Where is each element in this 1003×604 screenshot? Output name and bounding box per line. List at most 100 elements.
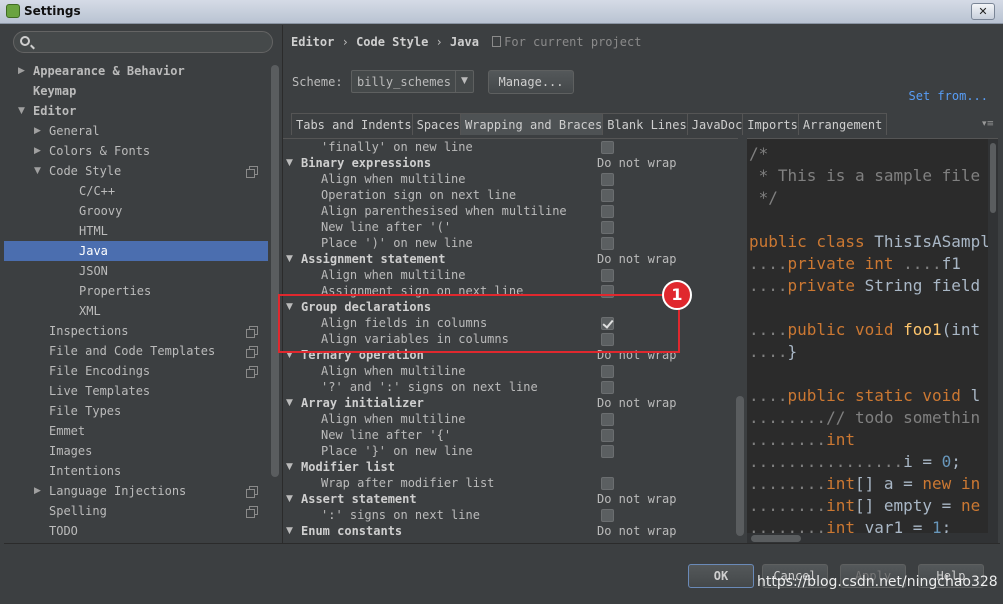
option-row[interactable]: Place '}' on new line — [283, 443, 738, 459]
option-row[interactable]: Align when multiline — [283, 411, 738, 427]
wrap-mode-value[interactable]: Do not wrap — [597, 523, 676, 539]
expand-arrow-icon[interactable]: ▼ — [286, 155, 293, 171]
sidebar-item-live-templates[interactable]: Live Templates — [4, 381, 268, 401]
tab-spaces[interactable]: Spaces — [411, 113, 465, 135]
sidebar-item-label: Language Injections — [49, 484, 187, 498]
expand-arrow-icon[interactable]: ▼ — [286, 459, 293, 475]
tab-blank-lines[interactable]: Blank Lines — [602, 113, 692, 135]
sidebar-item-emmet[interactable]: Emmet — [4, 421, 268, 441]
preview-vscroll-thumb[interactable] — [990, 143, 996, 213]
options-scrollbar-thumb[interactable] — [736, 396, 744, 536]
option-checkbox[interactable] — [601, 381, 614, 394]
sidebar-item-groovy[interactable]: Groovy — [4, 201, 268, 221]
manage-button[interactable]: Manage... — [488, 70, 574, 94]
option-checkbox[interactable] — [601, 189, 614, 202]
option-row[interactable]: New line after '{' — [283, 427, 738, 443]
option-row[interactable]: Align parenthesised when multiline — [283, 203, 738, 219]
option-row[interactable]: Wrap after modifier list — [283, 475, 738, 491]
sidebar-item-appearance-behavior[interactable]: ▶ Appearance & Behavior — [4, 61, 268, 81]
sidebar-item-spelling[interactable]: Spelling — [4, 501, 268, 521]
sidebar-item-label: File Types — [49, 404, 122, 418]
option-row[interactable]: Align when multiline — [283, 363, 738, 379]
option-checkbox[interactable] — [601, 365, 614, 378]
sidebar-item-todo[interactable]: TODO — [4, 521, 268, 541]
code-token: int — [826, 430, 855, 449]
sidebar-item-keymap[interactable]: Keymap — [4, 81, 268, 101]
preview-hscroll-thumb[interactable] — [751, 535, 801, 542]
option-group-row[interactable]: ▼ Modifier list — [283, 459, 738, 475]
sidebar-item-intentions[interactable]: Intentions — [4, 461, 268, 481]
sidebar-item-file-types[interactable]: File Types — [4, 401, 268, 421]
sidebar-item-html[interactable]: HTML — [4, 221, 268, 241]
tab-overflow-icon[interactable]: ▾≡ — [982, 119, 994, 129]
sidebar-item-inspections[interactable]: Inspections — [4, 321, 268, 341]
collapse-arrow-icon[interactable]: ▶ — [34, 121, 44, 141]
option-row[interactable]: Align when multiline — [283, 171, 738, 187]
option-checkbox[interactable] — [601, 429, 614, 442]
search-input[interactable] — [13, 31, 273, 53]
option-checkbox[interactable] — [601, 269, 614, 282]
preview-vertical-scrollbar[interactable] — [988, 139, 998, 534]
tab-tabs-and-indents[interactable]: Tabs and Indents — [291, 113, 417, 135]
option-checkbox[interactable] — [601, 237, 614, 250]
option-row[interactable]: 'finally' on new line — [283, 139, 738, 155]
option-row[interactable]: New line after '(' — [283, 219, 738, 235]
sidebar-item-file-encodings[interactable]: File Encodings — [4, 361, 268, 381]
set-from-link[interactable]: Set from... — [909, 89, 988, 103]
expand-arrow-icon[interactable]: ▼ — [286, 395, 293, 411]
sidebar-item-code-style[interactable]: ▼ Code Style — [4, 161, 268, 181]
option-group-row[interactable]: ▼ Array initializer Do not wrap — [283, 395, 738, 411]
collapse-arrow-icon[interactable]: ▶ — [18, 61, 28, 81]
option-row[interactable]: '?' and ':' signs on next line — [283, 379, 738, 395]
wrap-mode-value[interactable]: Do not wrap — [597, 491, 676, 507]
sidebar-item-images[interactable]: Images — [4, 441, 268, 461]
option-checkbox[interactable] — [601, 205, 614, 218]
option-row[interactable]: Operation sign on next line — [283, 187, 738, 203]
option-checkbox[interactable] — [601, 477, 614, 490]
option-row[interactable]: Place ')' on new line — [283, 235, 738, 251]
code-token: ne — [960, 496, 981, 515]
sidebar-item-file-and-code-templates[interactable]: File and Code Templates — [4, 341, 268, 361]
expand-arrow-icon[interactable]: ▼ — [286, 523, 293, 539]
tab-arrangement[interactable]: Arrangement — [797, 113, 888, 135]
options-scrollbar[interactable] — [735, 138, 745, 543]
expand-arrow-icon[interactable]: ▼ — [18, 101, 28, 121]
tab-imports[interactable]: Imports — [742, 113, 803, 135]
wrap-mode-value[interactable]: Do not wrap — [597, 251, 676, 267]
tab-javadoc[interactable]: JavaDoc — [686, 113, 748, 135]
option-checkbox[interactable] — [601, 445, 614, 458]
sidebar-item-language-injections[interactable]: ▶ Language Injections — [4, 481, 268, 501]
sidebar-item-java[interactable]: Java — [4, 241, 268, 261]
option-group-row[interactable]: ▼ Binary expressions Do not wrap — [283, 155, 738, 171]
sidebar-item-properties[interactable]: Properties — [4, 281, 268, 301]
project-scope-icon — [246, 346, 258, 358]
sidebar-item-json[interactable]: JSON — [4, 261, 268, 281]
option-checkbox[interactable] — [601, 413, 614, 426]
option-checkbox[interactable] — [601, 173, 614, 186]
option-checkbox[interactable] — [601, 141, 614, 154]
ok-button[interactable]: OK — [688, 564, 754, 588]
wrap-mode-value[interactable]: Do not wrap — [597, 155, 676, 171]
option-group-row[interactable]: ▼ Assert statement Do not wrap — [283, 491, 738, 507]
expand-arrow-icon[interactable]: ▼ — [34, 161, 44, 181]
collapse-arrow-icon[interactable]: ▶ — [34, 141, 44, 161]
option-row[interactable]: ':' signs on next line — [283, 507, 738, 523]
sidebar-item-editor[interactable]: ▼ Editor — [4, 101, 268, 121]
sidebar-item-c-c[interactable]: C/C++ — [4, 181, 268, 201]
collapse-arrow-icon[interactable]: ▶ — [34, 481, 44, 501]
tab-wrapping-and-braces[interactable]: Wrapping and Braces — [459, 113, 608, 135]
expand-arrow-icon[interactable]: ▼ — [286, 251, 293, 267]
close-button[interactable]: ✕ — [971, 3, 995, 20]
sidebar-item-xml[interactable]: XML — [4, 301, 268, 321]
sidebar-item-colors-fonts[interactable]: ▶ Colors & Fonts — [4, 141, 268, 161]
option-group-row[interactable]: ▼ Enum constants Do not wrap — [283, 523, 738, 539]
scheme-dropdown[interactable]: billy_schemes ▼ — [351, 70, 474, 93]
preview-horizontal-scrollbar[interactable] — [747, 533, 998, 543]
option-group-row[interactable]: ▼ Assignment statement Do not wrap — [283, 251, 738, 267]
sidebar-item-general[interactable]: ▶ General — [4, 121, 268, 141]
expand-arrow-icon[interactable]: ▼ — [286, 491, 293, 507]
option-checkbox[interactable] — [601, 509, 614, 522]
option-checkbox[interactable] — [601, 221, 614, 234]
wrap-mode-value[interactable]: Do not wrap — [597, 395, 676, 411]
sidebar-scrollbar-thumb[interactable] — [271, 65, 279, 477]
